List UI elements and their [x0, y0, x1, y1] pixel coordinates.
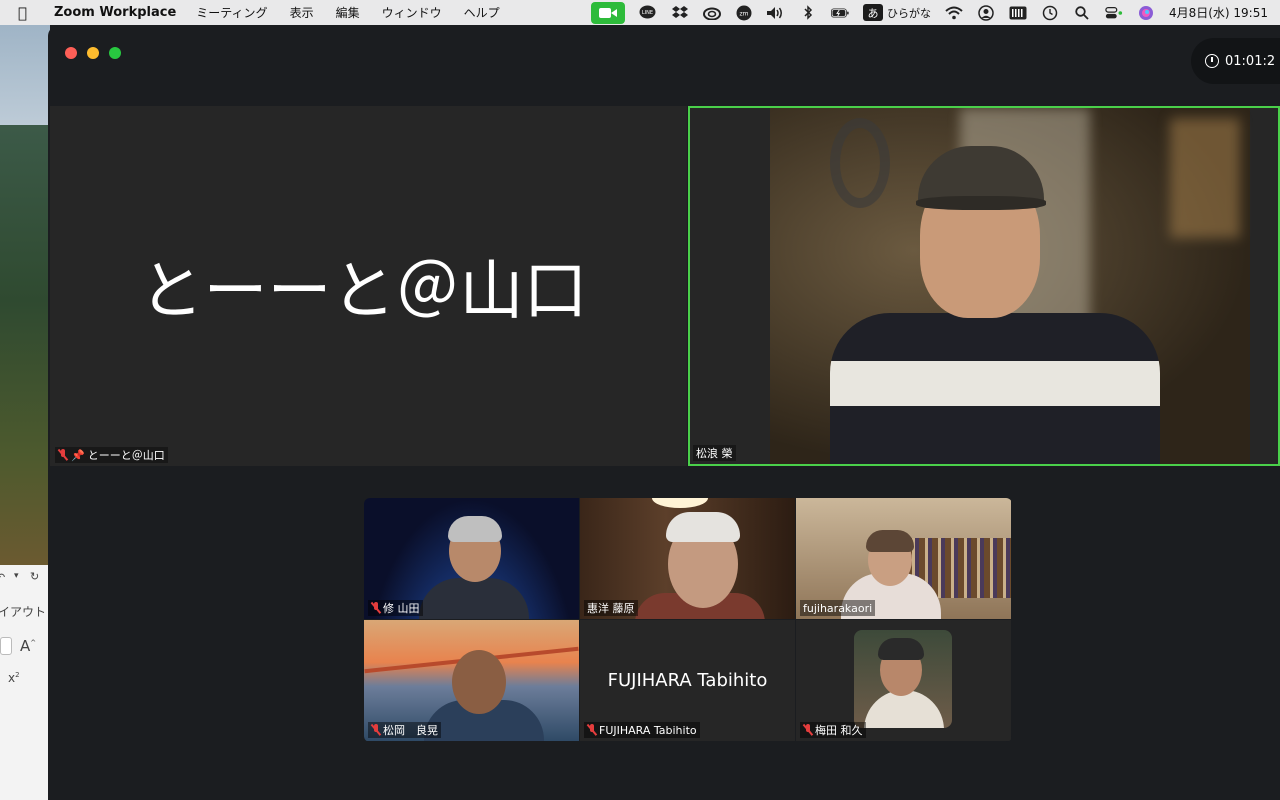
status-area: LINE zm あ ひらがな 4月8日(水) 19:51: [590, 0, 1268, 25]
app-menu[interactable]: Zoom Workplace: [54, 5, 176, 20]
user-account-icon[interactable]: [977, 4, 995, 22]
mic-muted-icon: [58, 449, 68, 461]
menu-help[interactable]: ヘルプ: [464, 4, 500, 21]
volume-icon[interactable]: [766, 4, 785, 22]
participant-name-label: FUJIHARA Tabihito: [584, 722, 700, 738]
clock-icon: [1205, 54, 1219, 68]
participant-name-label: 惠洋 藤原: [584, 600, 638, 616]
input-method-badge[interactable]: あ: [862, 4, 883, 21]
participant-display-name: とーーと＠山口: [139, 255, 588, 329]
menu-bar:  Zoom Workplace ミーティング 表示 編集 ウィンドウ ヘルプ …: [0, 0, 1280, 25]
participant-name: とーーと＠山口: [87, 449, 165, 462]
font-size-select[interactable]: [0, 637, 12, 655]
siri-icon[interactable]: [1137, 4, 1155, 22]
mic-muted-icon: [587, 724, 597, 736]
participant-name: 修 山田: [383, 602, 420, 615]
participant-name-label: 📌 とーーと＠山口: [55, 447, 168, 463]
desktop-background: ↶ ▾ ↻ イアウト A^ x2: [0, 25, 50, 800]
apple-menu-icon[interactable]: : [18, 4, 38, 22]
input-method-label[interactable]: ひらがな: [887, 5, 931, 21]
spotlight-search-icon[interactable]: [1073, 4, 1091, 22]
participant-tile[interactable]: 梅田 和久: [796, 620, 1011, 741]
participant-tile-active-speaker[interactable]: 松浪 榮: [688, 106, 1280, 466]
participant-name-label: fujiharakaori: [800, 600, 876, 616]
participant-figure: [419, 578, 529, 619]
font-size-increase-icon[interactable]: A^: [20, 637, 36, 655]
svg-text:LINE: LINE: [642, 10, 653, 16]
menu-view[interactable]: 表示: [290, 4, 314, 21]
layout-tab-label[interactable]: イアウト: [0, 603, 46, 620]
participant-tile[interactable]: 松岡 良晃: [364, 620, 579, 741]
participant-figure: [452, 650, 506, 714]
wifi-icon[interactable]: [945, 4, 963, 22]
control-center-icon[interactable]: [1105, 4, 1123, 22]
line-icon[interactable]: LINE: [639, 4, 657, 22]
participant-figure: [666, 512, 740, 542]
mic-muted-icon: [803, 724, 813, 736]
background-document-window: ↶ ▾ ↻ イアウト A^ x2: [0, 565, 50, 800]
participant-name: FUJIHARA Tabihito: [599, 723, 697, 737]
speaker-figure-body: [830, 313, 1160, 464]
participant-gallery: 修 山田 惠洋 藤原 fujiharakaori 松岡 良晃 FUJIHARA …: [364, 498, 1012, 742]
participant-tile[interactable]: fujiharakaori: [796, 498, 1011, 619]
speaker-figure-visor: [916, 196, 1046, 210]
zoom-meeting-window: 01:01:2 とーーと＠山口 📌 とーーと＠山口 松浪 榮 修 山田 惠洋 藤…: [48, 26, 1280, 800]
meeting-timer[interactable]: 01:01:2: [1191, 38, 1280, 84]
participant-figure: [866, 530, 914, 552]
dropbox-icon[interactable]: [671, 4, 689, 22]
participant-name-label: 梅田 和久: [800, 722, 866, 738]
participant-profile-photo: [854, 630, 952, 728]
pin-icon: 📌: [71, 448, 85, 462]
svg-text:zm: zm: [739, 10, 748, 17]
bluetooth-icon[interactable]: [799, 4, 817, 22]
minimize-window-button[interactable]: [87, 47, 99, 59]
participant-name-label: 松浪 榮: [693, 445, 736, 461]
mic-muted-icon: [371, 724, 381, 736]
zoom-app-icon[interactable]: zm: [735, 4, 753, 22]
superscript-icon[interactable]: x2: [8, 671, 20, 685]
video-background-shape: [830, 118, 890, 208]
keyboard-icon[interactable]: [1009, 4, 1027, 22]
fullscreen-window-button[interactable]: [109, 47, 121, 59]
menu-window[interactable]: ウィンドウ: [382, 4, 442, 21]
dropdown-chevron-icon[interactable]: ▾: [14, 571, 19, 581]
zoom-camera-status-icon[interactable]: [590, 1, 625, 24]
mic-muted-icon: [371, 602, 381, 614]
participant-name: 松浪 榮: [696, 447, 733, 460]
undo-icon[interactable]: ↶: [0, 571, 5, 584]
participant-name: fujiharakaori: [803, 601, 873, 615]
creative-cloud-icon[interactable]: [702, 4, 721, 22]
participant-name-label: 修 山田: [368, 600, 423, 616]
wallpaper-mountains: [0, 125, 50, 565]
participant-tile[interactable]: 修 山田: [364, 498, 579, 619]
participant-figure: [878, 638, 924, 660]
participant-name-label: 松岡 良晃: [368, 722, 441, 738]
participant-video: [770, 108, 1250, 464]
participant-tile[interactable]: 惠洋 藤原: [580, 498, 795, 619]
time-machine-icon[interactable]: [1041, 4, 1059, 22]
meeting-timer-value: 01:01:2: [1225, 53, 1276, 69]
participant-tile-main-left[interactable]: とーーと＠山口 📌 とーーと＠山口: [50, 106, 687, 466]
ceiling-lamp: [652, 498, 708, 508]
redo-icon[interactable]: ↻: [30, 570, 39, 583]
menu-bar-clock[interactable]: 4月8日(水) 19:51: [1169, 4, 1268, 21]
participant-name: 惠洋 藤原: [587, 602, 635, 615]
participant-name: 梅田 和久: [815, 724, 863, 737]
participant-tile[interactable]: FUJIHARA Tabihito FUJIHARA Tabihito: [580, 620, 795, 741]
participant-name: 松岡 良晃: [383, 724, 438, 737]
battery-icon[interactable]: [830, 4, 849, 22]
menu-edit[interactable]: 編集: [336, 4, 360, 21]
video-background-shape: [1170, 118, 1240, 238]
close-window-button[interactable]: [65, 47, 77, 59]
menu-meeting[interactable]: ミーティング: [196, 4, 267, 21]
participant-figure: [448, 516, 502, 542]
